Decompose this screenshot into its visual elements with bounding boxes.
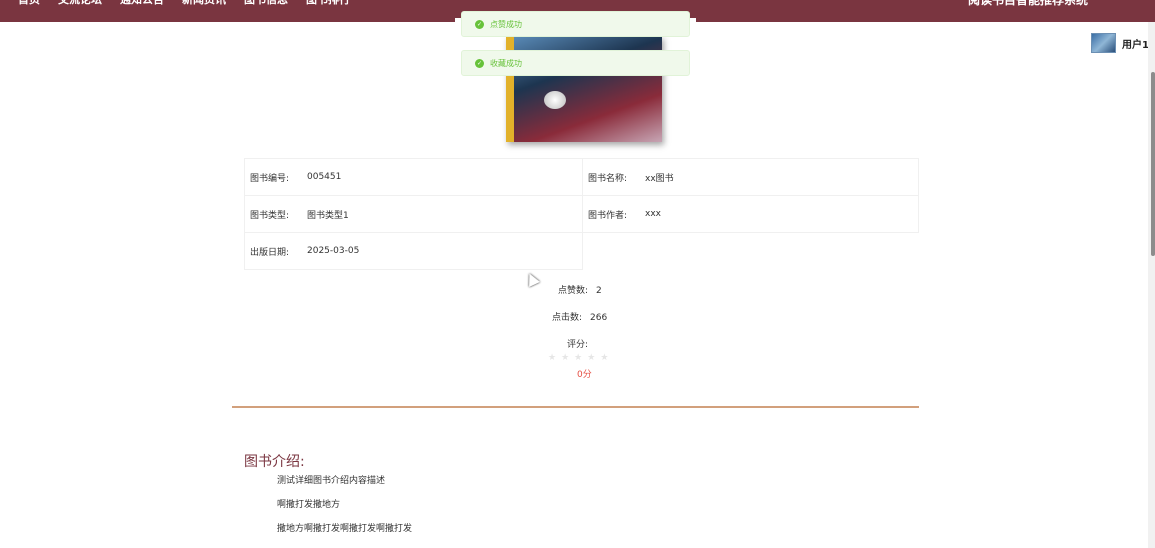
avatar[interactable] [1091,33,1116,53]
empty-cell [583,233,919,270]
book-no-label: 图书编号: [250,173,290,184]
clicks-stat: 点击数: 266 [552,310,607,323]
star-icon[interactable]: ★ [587,353,595,363]
nav-news[interactable]: 新闻资讯 [182,0,226,10]
site-title: 阅读书目智能推荐系统 [968,0,1089,7]
toast-message: 收藏成功 [490,58,522,68]
book-name-value: xx图书 [645,173,674,184]
main-nav: 首页 交流论坛 通知公告 新闻资讯 图书信息 图书排行 [0,0,350,10]
scrollbar-thumb[interactable] [1151,72,1155,256]
book-cover-image [455,18,696,149]
pub-date-value: 2025-03-05 [307,246,360,256]
username[interactable]: 用户1 [1122,36,1149,51]
section-divider [232,406,919,408]
intro-line: 啊撒打发撒地方 [277,500,341,510]
nav-home[interactable]: 首页 [18,0,40,10]
check-circle-icon: ✓ [475,19,484,29]
pub-date-label: 出版日期: [250,247,290,258]
clicks-value: 266 [590,313,608,323]
score-text: 0分 [577,370,592,380]
mouse-cursor-icon [524,271,540,287]
check-circle-icon: ✓ [475,58,484,68]
author-label: 图书作者: [588,210,628,221]
star-icon[interactable]: ★ [600,353,608,363]
user-menu[interactable]: 用户1 [1091,33,1149,53]
clicks-label: 点击数: [552,313,583,323]
book-name-label: 图书名称: [588,173,628,184]
nav-notice[interactable]: 通知公告 [120,0,164,10]
likes-stat: 点赞数: 2 [558,283,602,296]
book-no-value: 005451 [307,172,342,182]
intro-line: 测试详细图书介绍内容描述 [277,476,386,486]
toast-message: 点赞成功 [490,19,522,29]
likes-value: 2 [596,286,602,296]
rating-stars[interactable]: ★ ★ ★ ★ ★ [548,353,613,363]
star-icon[interactable]: ★ [574,353,582,363]
book-type-value: 图书类型1 [307,210,349,221]
author-value: xxx [645,209,661,219]
rating-label: 评分: [567,340,589,350]
star-icon[interactable]: ★ [548,353,556,363]
toast-favorite-success: ✓ 收藏成功 [461,50,690,76]
rating-stat: 评分: [567,337,588,350]
book-type-label: 图书类型: [250,210,290,221]
book-info-table: 图书编号: 005451 图书名称: xx图书 图书类型: 图书类型1 图书作者: xx… [244,158,919,270]
intro-title: 图书介绍: [244,454,305,470]
nav-ranking[interactable]: 图书排行 [306,0,350,10]
nav-forum[interactable]: 交流论坛 [58,0,102,10]
toast-like-success: ✓ 点赞成功 [461,11,690,37]
intro-line: 撒地方啊撒打发啊撒打发啊撒打发 [277,524,413,534]
nav-books[interactable]: 图书信息 [244,0,288,10]
star-icon[interactable]: ★ [561,353,569,363]
likes-label: 点赞数: [558,286,589,296]
cover-moon [544,91,566,109]
